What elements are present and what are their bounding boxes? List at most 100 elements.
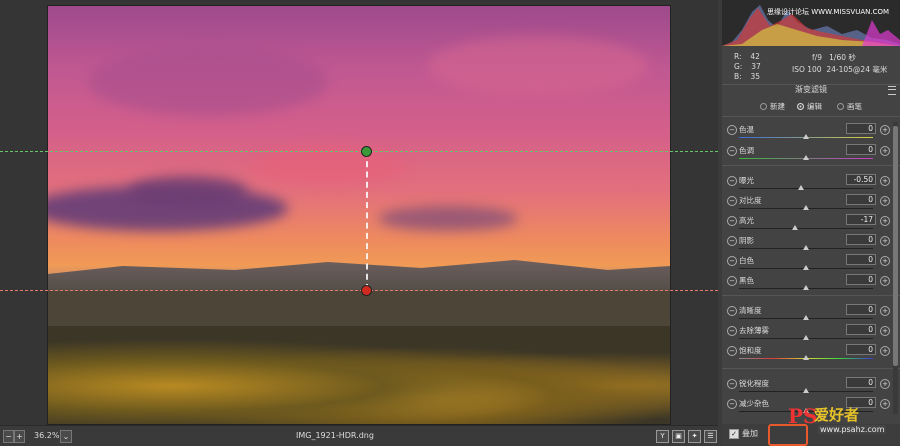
mode-selector: 新建 编辑 画笔 — [722, 98, 900, 114]
photo[interactable] — [47, 5, 671, 425]
slider-value-input[interactable]: -0.50 — [846, 174, 876, 185]
slider-thumb[interactable] — [803, 155, 809, 160]
gradient-axis-line[interactable] — [366, 151, 368, 290]
decrease-button[interactable]: − — [727, 146, 737, 156]
slider-track[interactable] — [739, 285, 873, 290]
decrease-button[interactable]: − — [727, 236, 737, 246]
gradient-start-guide[interactable] — [0, 151, 718, 152]
g-value: 37 — [751, 62, 761, 71]
slider-track[interactable] — [739, 388, 873, 393]
gradient-start-pin[interactable] — [361, 146, 372, 157]
decrease-button[interactable]: − — [727, 346, 737, 356]
zoom-in-button[interactable]: + — [14, 430, 25, 443]
slider-thumb[interactable] — [803, 315, 809, 320]
decrease-button[interactable]: − — [727, 125, 737, 135]
increase-button[interactable]: + — [880, 256, 890, 266]
slider-value-input[interactable]: 0 — [846, 144, 876, 155]
increase-button[interactable]: + — [880, 125, 890, 135]
increase-button[interactable]: + — [880, 399, 890, 409]
slider-thumb[interactable] — [803, 134, 809, 139]
gradient-end-guide[interactable] — [0, 290, 718, 291]
r-label: R: — [734, 52, 742, 61]
slider-thumb[interactable] — [803, 265, 809, 270]
slider-value-input[interactable]: 0 — [846, 234, 876, 245]
increase-button[interactable]: + — [880, 176, 890, 186]
slider-thumb[interactable] — [803, 388, 809, 393]
slider-track[interactable] — [739, 185, 873, 190]
zoom-level[interactable]: 36.2% — [34, 431, 59, 440]
iso-value: ISO 100 — [792, 65, 822, 74]
overlay-checkbox[interactable]: ✓ — [729, 429, 739, 439]
radio-new[interactable] — [760, 103, 767, 110]
slider-track[interactable] — [739, 225, 873, 230]
slider-track[interactable] — [739, 134, 873, 139]
radio-edit[interactable] — [797, 103, 804, 110]
slider-thumb[interactable] — [803, 245, 809, 250]
divider — [722, 116, 900, 117]
preview-settings-button[interactable]: ☰ — [704, 430, 717, 443]
slider-track[interactable] — [739, 335, 873, 340]
cloud — [128, 176, 248, 206]
panel-scrollbar[interactable] — [893, 122, 898, 414]
slider-track[interactable] — [739, 315, 873, 320]
slider-value-input[interactable]: 0 — [846, 194, 876, 205]
slider-value-input[interactable]: 0 — [846, 254, 876, 265]
slider-track[interactable] — [739, 245, 873, 250]
mode-brush[interactable]: 画笔 — [837, 101, 862, 112]
increase-button[interactable]: + — [880, 306, 890, 316]
before-after-toggle-button[interactable]: ▣ — [672, 430, 685, 443]
mode-new[interactable]: 新建 — [760, 101, 785, 112]
slider-track[interactable] — [739, 205, 873, 210]
pixel-readout: R: 42 G: 37 B: 35 f/9 1/60 秒 ISO 100 24-… — [722, 46, 900, 84]
slider-row: − 白色 0 + — [722, 253, 900, 273]
slider-track[interactable] — [739, 265, 873, 270]
decrease-button[interactable]: − — [727, 379, 737, 389]
increase-button[interactable]: + — [880, 276, 890, 286]
increase-button[interactable]: + — [880, 236, 890, 246]
panel-scrollbar-thumb[interactable] — [893, 126, 898, 366]
decrease-button[interactable]: − — [727, 276, 737, 286]
increase-button[interactable]: + — [880, 346, 890, 356]
slider-track[interactable] — [739, 155, 873, 160]
slider-value-input[interactable]: 0 — [846, 344, 876, 355]
decrease-button[interactable]: − — [727, 216, 737, 226]
slider-value-input[interactable]: 0 — [846, 324, 876, 335]
slider-row: − 阴影 0 + — [722, 233, 900, 253]
decrease-button[interactable]: − — [727, 176, 737, 186]
panel-menu-icon[interactable] — [888, 86, 896, 95]
slider-track[interactable] — [739, 355, 873, 360]
increase-button[interactable]: + — [880, 216, 890, 226]
decrease-button[interactable]: − — [727, 196, 737, 206]
radio-brush[interactable] — [837, 103, 844, 110]
decrease-button[interactable]: − — [727, 399, 737, 409]
slider-value-input[interactable]: 0 — [846, 274, 876, 285]
increase-button[interactable]: + — [880, 196, 890, 206]
slider-thumb[interactable] — [803, 335, 809, 340]
divider — [722, 165, 900, 166]
slider-thumb[interactable] — [791, 225, 798, 230]
mode-edit[interactable]: 编辑 — [797, 101, 822, 112]
increase-button[interactable]: + — [880, 146, 890, 156]
decrease-button[interactable]: − — [727, 256, 737, 266]
slider-label: 去除薄雾 — [739, 326, 769, 335]
overlay-label: 叠加 — [742, 429, 758, 438]
decrease-button[interactable]: − — [727, 306, 737, 316]
swap-settings-button[interactable]: ✦ — [688, 430, 701, 443]
decrease-button[interactable]: − — [727, 326, 737, 336]
increase-button[interactable]: + — [880, 379, 890, 389]
slider-value-input[interactable]: -17 — [846, 214, 876, 225]
zoom-dropdown-button[interactable]: ⌄ — [60, 430, 72, 443]
before-after-y-button[interactable]: Y — [656, 430, 669, 443]
gradient-end-pin[interactable] — [361, 285, 372, 296]
zoom-out-button[interactable]: − — [3, 430, 14, 443]
slider-value-input[interactable]: 0 — [846, 377, 876, 388]
slider-thumb[interactable] — [803, 355, 809, 360]
slider-value-input[interactable]: 0 — [846, 123, 876, 134]
slider-value-input[interactable]: 0 — [846, 304, 876, 315]
image-canvas[interactable] — [0, 0, 718, 425]
slider-thumb[interactable] — [797, 185, 804, 190]
increase-button[interactable]: + — [880, 326, 890, 336]
slider-thumb[interactable] — [803, 285, 809, 290]
histogram-watermark: 思缘设计论坛 WWW.MISSVUAN.COM — [767, 8, 890, 16]
slider-thumb[interactable] — [803, 205, 809, 210]
